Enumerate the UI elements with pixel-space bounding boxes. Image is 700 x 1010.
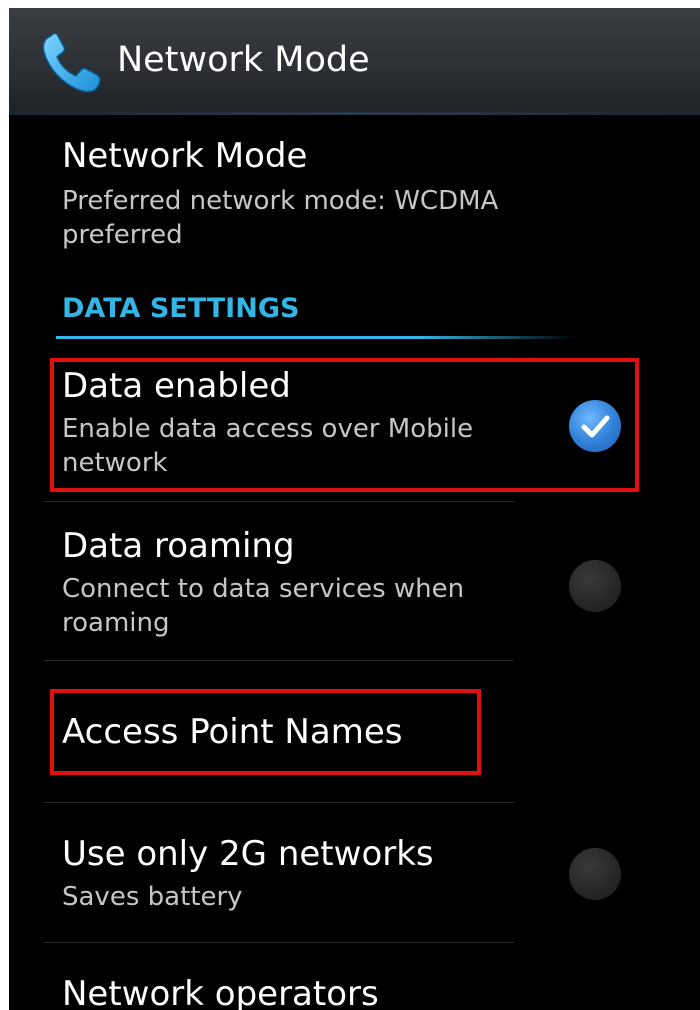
pref-network-mode-title: Network Mode	[62, 136, 308, 176]
list-divider	[44, 802, 514, 803]
pref-data-roaming-summary: Connect to data services when roaming	[62, 574, 465, 638]
pref-network-operators[interactable]: Network operators	[62, 974, 379, 1010]
phone-icon[interactable]	[37, 28, 107, 98]
pref-network-mode-summary: Preferred network mode: WCDMA preferred	[62, 186, 499, 250]
action-bar-title: Network Mode	[117, 40, 370, 80]
pref-use-2g-only[interactable]: Use only 2G networks Saves battery	[62, 834, 542, 914]
use-2g-only-checkbox[interactable]	[569, 848, 621, 900]
checkmark-icon	[581, 415, 610, 438]
list-divider	[44, 501, 514, 502]
list-divider	[44, 942, 514, 943]
pref-data-enabled-summary: Enable data access over Mobile network	[62, 414, 474, 478]
pref-data-roaming-title: Data roaming	[62, 526, 295, 566]
pref-data-enabled[interactable]: Data enabled Enable data access over Mob…	[62, 366, 542, 480]
pref-network-mode[interactable]: Network Mode Preferred network mode: WCD…	[62, 136, 542, 252]
list-divider	[44, 660, 514, 661]
pref-data-enabled-title: Data enabled	[62, 366, 291, 406]
pref-use-2g-only-title: Use only 2G networks	[62, 834, 434, 874]
action-bar: Network Mode	[9, 8, 700, 115]
pref-data-roaming[interactable]: Data roaming Connect to data services wh…	[62, 526, 542, 640]
phone-screen: Network Mode Network Mode Preferred netw…	[9, 8, 700, 1010]
pref-access-point-names[interactable]: Access Point Names	[62, 712, 402, 752]
data-enabled-checkbox[interactable]	[569, 400, 621, 452]
section-header-data-settings: DATA SETTINGS	[62, 293, 300, 324]
pref-network-operators-title: Network operators	[62, 974, 379, 1010]
data-roaming-checkbox[interactable]	[569, 560, 621, 612]
pref-use-2g-only-summary: Saves battery	[62, 882, 243, 912]
pref-access-point-names-title: Access Point Names	[62, 712, 403, 752]
section-divider	[56, 336, 576, 339]
